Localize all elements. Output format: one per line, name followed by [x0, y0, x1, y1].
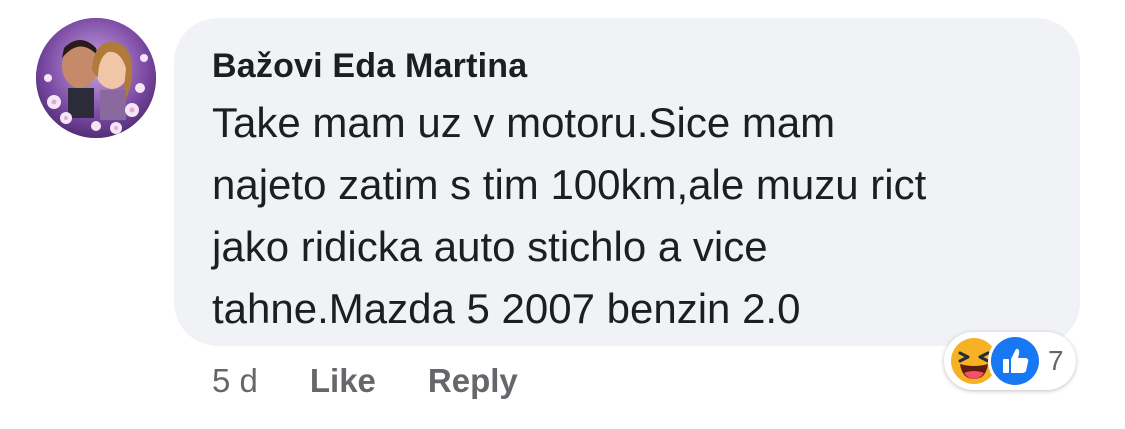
- comment-actions: 5 d Like Reply: [212, 356, 570, 406]
- reaction-summary[interactable]: 7: [944, 332, 1076, 390]
- comment-author[interactable]: Bažovi Eda Martina: [212, 44, 1044, 88]
- comment-bubble: Bažovi Eda Martina Take mam uz v motoru.…: [174, 18, 1080, 346]
- thumbs-up-icon: [988, 334, 1042, 388]
- avatar[interactable]: [36, 18, 156, 138]
- avatar-image: [36, 18, 156, 138]
- reply-button[interactable]: Reply: [428, 362, 518, 400]
- comment-timestamp[interactable]: 5 d: [212, 362, 258, 400]
- comment-text: Take mam uz v motoru.Sice mam najeto zat…: [212, 99, 927, 332]
- like-button[interactable]: Like: [310, 362, 376, 400]
- reaction-count: 7: [1048, 345, 1064, 376]
